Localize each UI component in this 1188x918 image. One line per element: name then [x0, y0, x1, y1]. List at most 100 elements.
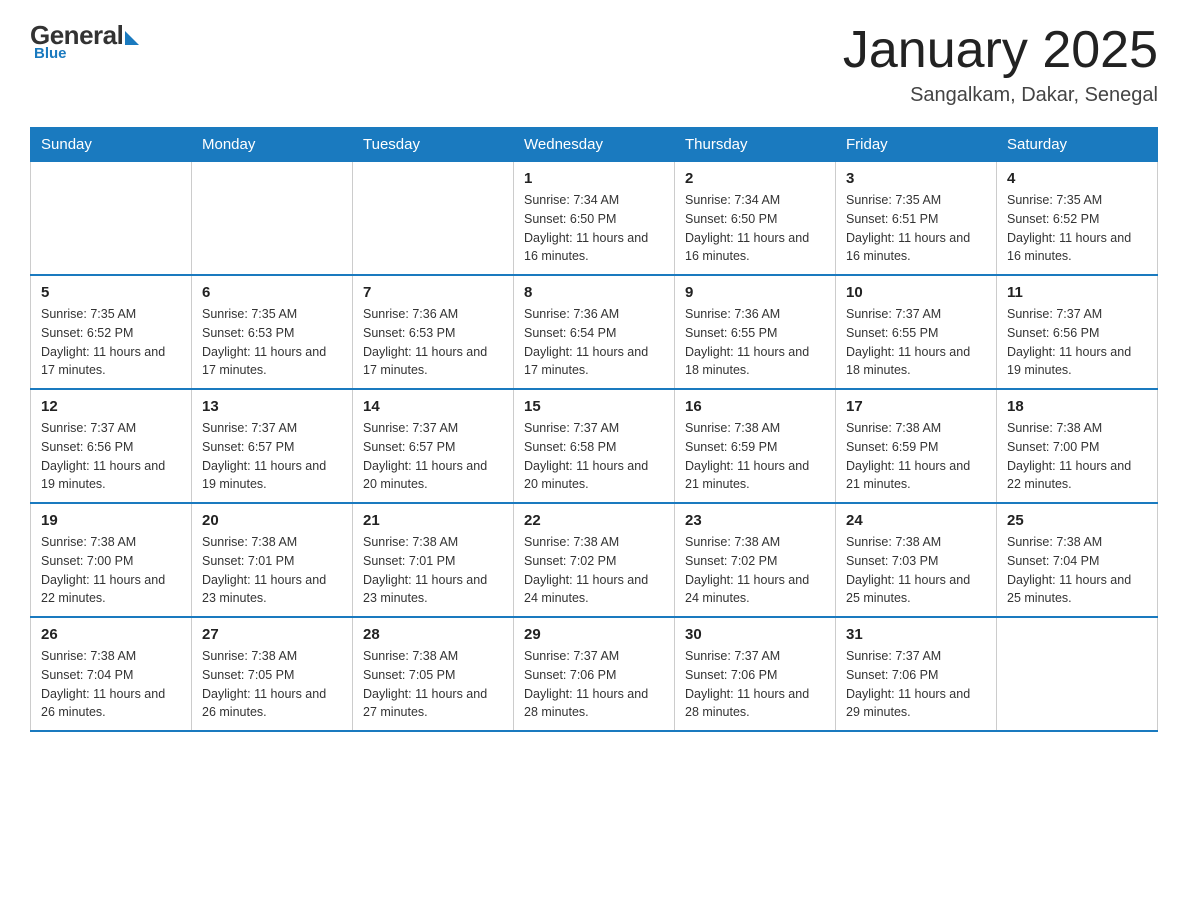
- month-title: January 2025: [843, 20, 1158, 80]
- day-info: Sunrise: 7:36 AMSunset: 6:54 PMDaylight:…: [524, 305, 664, 380]
- day-cell: 9 Sunrise: 7:36 AMSunset: 6:55 PMDaylight…: [675, 275, 836, 389]
- day-number: 4: [1007, 170, 1147, 187]
- day-number: 21: [363, 512, 503, 529]
- header-cell-wednesday: Wednesday: [514, 128, 675, 162]
- logo-blue-text: Blue: [34, 45, 67, 62]
- logo: General Blue: [30, 20, 139, 62]
- day-cell: 27 Sunrise: 7:38 AMSunset: 7:05 PMDayligh…: [192, 617, 353, 731]
- day-info: Sunrise: 7:34 AMSunset: 6:50 PMDaylight:…: [524, 191, 664, 266]
- day-number: 12: [41, 398, 181, 415]
- day-cell: 17 Sunrise: 7:38 AMSunset: 6:59 PMDayligh…: [836, 389, 997, 503]
- header-row: SundayMondayTuesdayWednesdayThursdayFrid…: [31, 128, 1158, 162]
- header-cell-tuesday: Tuesday: [353, 128, 514, 162]
- calendar-header: SundayMondayTuesdayWednesdayThursdayFrid…: [31, 128, 1158, 162]
- day-number: 15: [524, 398, 664, 415]
- day-info: Sunrise: 7:36 AMSunset: 6:55 PMDaylight:…: [685, 305, 825, 380]
- day-cell: 12 Sunrise: 7:37 AMSunset: 6:56 PMDayligh…: [31, 389, 192, 503]
- day-number: 19: [41, 512, 181, 529]
- day-number: 27: [202, 626, 342, 643]
- day-cell: 11 Sunrise: 7:37 AMSunset: 6:56 PMDayligh…: [997, 275, 1158, 389]
- calendar-body: 1 Sunrise: 7:34 AMSunset: 6:50 PMDaylight…: [31, 162, 1158, 732]
- day-number: 8: [524, 284, 664, 301]
- day-info: Sunrise: 7:38 AMSunset: 7:04 PMDaylight:…: [41, 647, 181, 722]
- week-row-2: 5Sunrise: 7:35 AMSunset: 6:52 PMDaylight…: [31, 275, 1158, 389]
- day-number: 2: [685, 170, 825, 187]
- day-number: 7: [363, 284, 503, 301]
- day-number: 1: [524, 170, 664, 187]
- day-info: Sunrise: 7:38 AMSunset: 7:01 PMDaylight:…: [202, 533, 342, 608]
- day-info: Sunrise: 7:38 AMSunset: 7:01 PMDaylight:…: [363, 533, 503, 608]
- header-cell-monday: Monday: [192, 128, 353, 162]
- day-number: 14: [363, 398, 503, 415]
- day-cell: 24Sunrise: 7:38 AMSunset: 7:03 PMDayligh…: [836, 503, 997, 617]
- day-number: 9: [685, 284, 825, 301]
- day-info: Sunrise: 7:38 AMSunset: 7:05 PMDaylight:…: [202, 647, 342, 722]
- day-cell: 13 Sunrise: 7:37 AMSunset: 6:57 PMDayligh…: [192, 389, 353, 503]
- day-info: Sunrise: 7:37 AMSunset: 6:58 PMDaylight:…: [524, 419, 664, 494]
- day-cell: 16Sunrise: 7:38 AMSunset: 6:59 PMDayligh…: [675, 389, 836, 503]
- day-cell: 10Sunrise: 7:37 AMSunset: 6:55 PMDayligh…: [836, 275, 997, 389]
- day-cell: 28Sunrise: 7:38 AMSunset: 7:05 PMDayligh…: [353, 617, 514, 731]
- day-cell: 31 Sunrise: 7:37 AMSunset: 7:06 PMDayligh…: [836, 617, 997, 731]
- day-info: Sunrise: 7:38 AMSunset: 7:02 PMDaylight:…: [685, 533, 825, 608]
- day-cell: 26Sunrise: 7:38 AMSunset: 7:04 PMDayligh…: [31, 617, 192, 731]
- day-info: Sunrise: 7:34 AMSunset: 6:50 PMDaylight:…: [685, 191, 825, 266]
- day-number: 29: [524, 626, 664, 643]
- day-info: Sunrise: 7:38 AMSunset: 7:00 PMDaylight:…: [1007, 419, 1147, 494]
- day-info: Sunrise: 7:37 AMSunset: 6:55 PMDaylight:…: [846, 305, 986, 380]
- day-info: Sunrise: 7:38 AMSunset: 7:03 PMDaylight:…: [846, 533, 986, 608]
- week-row-3: 12 Sunrise: 7:37 AMSunset: 6:56 PMDayligh…: [31, 389, 1158, 503]
- day-number: 20: [202, 512, 342, 529]
- day-cell: 29 Sunrise: 7:37 AMSunset: 7:06 PMDayligh…: [514, 617, 675, 731]
- header-cell-sunday: Sunday: [31, 128, 192, 162]
- title-block: January 2025 Sangalkam, Dakar, Senegal: [843, 20, 1158, 107]
- day-info: Sunrise: 7:37 AMSunset: 7:06 PMDaylight:…: [524, 647, 664, 722]
- day-info: Sunrise: 7:38 AMSunset: 6:59 PMDaylight:…: [685, 419, 825, 494]
- week-row-4: 19 Sunrise: 7:38 AMSunset: 7:00 PMDayligh…: [31, 503, 1158, 617]
- day-cell: 15 Sunrise: 7:37 AMSunset: 6:58 PMDayligh…: [514, 389, 675, 503]
- day-cell: [997, 617, 1158, 731]
- day-info: Sunrise: 7:38 AMSunset: 6:59 PMDaylight:…: [846, 419, 986, 494]
- day-number: 11: [1007, 284, 1147, 301]
- day-number: 3: [846, 170, 986, 187]
- day-info: Sunrise: 7:37 AMSunset: 6:57 PMDaylight:…: [202, 419, 342, 494]
- day-cell: [31, 162, 192, 276]
- day-info: Sunrise: 7:37 AMSunset: 6:56 PMDaylight:…: [1007, 305, 1147, 380]
- day-info: Sunrise: 7:36 AMSunset: 6:53 PMDaylight:…: [363, 305, 503, 380]
- day-info: Sunrise: 7:38 AMSunset: 7:00 PMDaylight:…: [41, 533, 181, 608]
- day-cell: 5Sunrise: 7:35 AMSunset: 6:52 PMDaylight…: [31, 275, 192, 389]
- day-info: Sunrise: 7:37 AMSunset: 6:56 PMDaylight:…: [41, 419, 181, 494]
- day-info: Sunrise: 7:38 AMSunset: 7:04 PMDaylight:…: [1007, 533, 1147, 608]
- day-number: 18: [1007, 398, 1147, 415]
- day-number: 5: [41, 284, 181, 301]
- day-cell: 19 Sunrise: 7:38 AMSunset: 7:00 PMDayligh…: [31, 503, 192, 617]
- day-info: Sunrise: 7:37 AMSunset: 7:06 PMDaylight:…: [846, 647, 986, 722]
- day-cell: [353, 162, 514, 276]
- page-header: General Blue January 2025 Sangalkam, Dak…: [30, 20, 1158, 107]
- day-cell: 21 Sunrise: 7:38 AMSunset: 7:01 PMDayligh…: [353, 503, 514, 617]
- day-cell: 8 Sunrise: 7:36 AMSunset: 6:54 PMDaylight…: [514, 275, 675, 389]
- day-number: 30: [685, 626, 825, 643]
- week-row-1: 1 Sunrise: 7:34 AMSunset: 6:50 PMDaylight…: [31, 162, 1158, 276]
- day-info: Sunrise: 7:37 AMSunset: 7:06 PMDaylight:…: [685, 647, 825, 722]
- day-cell: 3Sunrise: 7:35 AMSunset: 6:51 PMDaylight…: [836, 162, 997, 276]
- day-info: Sunrise: 7:35 AMSunset: 6:53 PMDaylight:…: [202, 305, 342, 380]
- day-cell: 22Sunrise: 7:38 AMSunset: 7:02 PMDayligh…: [514, 503, 675, 617]
- day-info: Sunrise: 7:38 AMSunset: 7:05 PMDaylight:…: [363, 647, 503, 722]
- day-cell: [192, 162, 353, 276]
- calendar-table: SundayMondayTuesdayWednesdayThursdayFrid…: [30, 127, 1158, 732]
- day-number: 17: [846, 398, 986, 415]
- day-cell: 4Sunrise: 7:35 AMSunset: 6:52 PMDaylight…: [997, 162, 1158, 276]
- day-number: 23: [685, 512, 825, 529]
- day-cell: 7 Sunrise: 7:36 AMSunset: 6:53 PMDaylight…: [353, 275, 514, 389]
- day-cell: 6 Sunrise: 7:35 AMSunset: 6:53 PMDaylight…: [192, 275, 353, 389]
- day-info: Sunrise: 7:37 AMSunset: 6:57 PMDaylight:…: [363, 419, 503, 494]
- day-number: 31: [846, 626, 986, 643]
- day-number: 13: [202, 398, 342, 415]
- day-cell: 2 Sunrise: 7:34 AMSunset: 6:50 PMDaylight…: [675, 162, 836, 276]
- day-cell: 25Sunrise: 7:38 AMSunset: 7:04 PMDayligh…: [997, 503, 1158, 617]
- day-cell: 1 Sunrise: 7:34 AMSunset: 6:50 PMDaylight…: [514, 162, 675, 276]
- location-label: Sangalkam, Dakar, Senegal: [843, 84, 1158, 107]
- day-number: 6: [202, 284, 342, 301]
- logo-arrow-icon: [125, 31, 139, 45]
